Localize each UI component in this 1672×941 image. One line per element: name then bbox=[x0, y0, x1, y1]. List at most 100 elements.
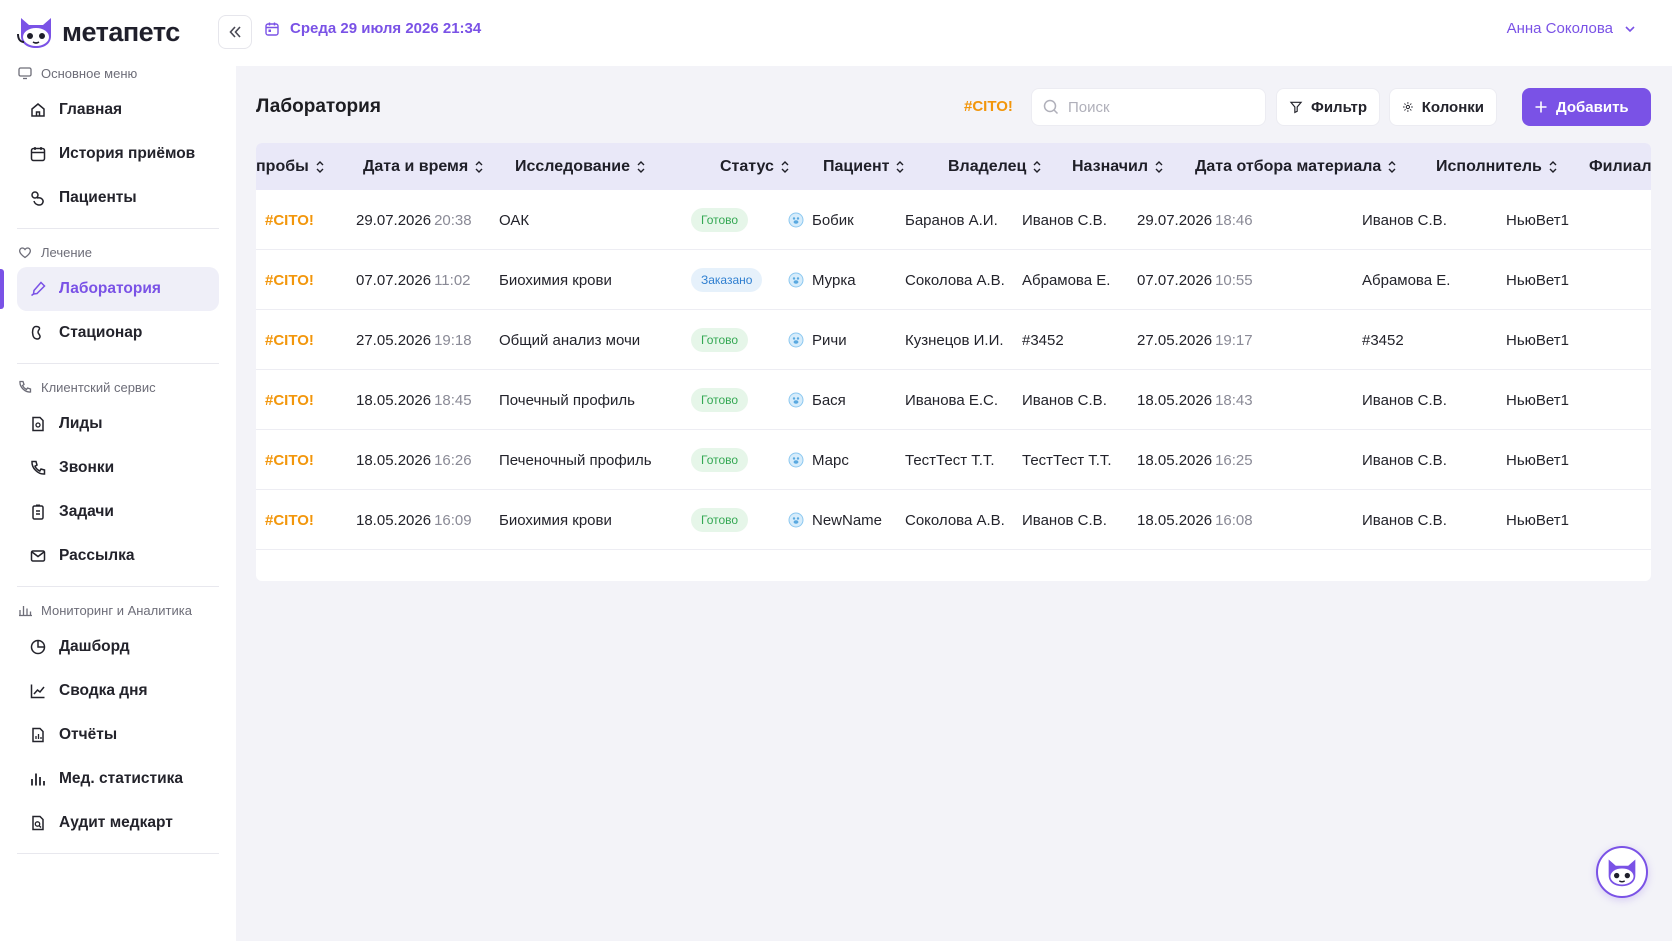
cell-executor-text: #3452 bbox=[1362, 331, 1404, 349]
columns-button[interactable]: Колонки bbox=[1389, 88, 1497, 126]
cell-study-text: Биохимия крови bbox=[499, 511, 612, 529]
sidebar-item-leads[interactable]: Лиды bbox=[17, 402, 219, 446]
cell-branch-text: НьюВет1 bbox=[1506, 331, 1569, 349]
column-header-status[interactable]: Статус bbox=[720, 143, 790, 190]
cell-executor: Иванов С.В. bbox=[1362, 490, 1447, 550]
current-datetime[interactable]: Среда 29 июля 2026 21:34 bbox=[264, 20, 481, 37]
sidebar-item-label: Лаборатория bbox=[59, 280, 161, 297]
table-row[interactable]: #CITO! 07.07.2026 11:02 Биохимия крови Заказ… bbox=[256, 250, 1651, 310]
collapse-sidebar-button[interactable] bbox=[218, 15, 252, 49]
double-chevron-left-icon bbox=[229, 26, 241, 38]
table-row[interactable]: #CITO! 18.05.2026 16:26 Печеночный профиль Г… bbox=[256, 430, 1651, 490]
logo[interactable]: метапетс bbox=[16, 12, 180, 52]
user-menu[interactable]: Анна Соколова bbox=[1507, 20, 1637, 37]
cell-patient[interactable]: Бася bbox=[788, 370, 846, 430]
time-text: 18:45 bbox=[434, 391, 472, 409]
cell-assigned-text: Иванов С.В. bbox=[1022, 391, 1107, 409]
sidebar-item-day-summary[interactable]: Сводка дня bbox=[17, 669, 219, 713]
time-text: 18:43 bbox=[1215, 391, 1253, 409]
sidebar-item-patients[interactable]: Пациенты bbox=[17, 176, 219, 220]
filter-button[interactable]: Фильтр bbox=[1276, 88, 1380, 126]
pipette-icon bbox=[31, 281, 46, 297]
cell-executor: #3452 bbox=[1362, 310, 1404, 370]
cell-patient[interactable]: Марс bbox=[788, 430, 849, 490]
cell-sample-date: 07.07.2026 10:55 bbox=[1137, 250, 1253, 310]
sidebar-item-mailing[interactable]: Рассылка bbox=[17, 534, 219, 578]
cell-sample-date: 27.05.2026 19:17 bbox=[1137, 310, 1253, 370]
cell-patient[interactable]: NewName bbox=[788, 490, 882, 550]
lab-table: пробы Дата и время Исследование Статус П… bbox=[256, 143, 1651, 581]
cell-owner: ТестТест Т.Т. bbox=[905, 430, 995, 490]
sidebar-item-hospital[interactable]: Стационар bbox=[17, 311, 219, 355]
cell-study: ОАК bbox=[499, 190, 529, 250]
column-header-executor[interactable]: Исполнитель bbox=[1436, 143, 1558, 190]
bar-chart-icon bbox=[31, 773, 45, 786]
nav-section-title: Клиентский сервис bbox=[41, 379, 156, 395]
sidebar-item-reports[interactable]: Отчёты bbox=[17, 713, 219, 757]
cell-datetime: 29.07.2026 20:38 bbox=[356, 190, 472, 250]
column-header-patient[interactable]: Пациент bbox=[823, 143, 905, 190]
cell-assigned: #3452 bbox=[1022, 310, 1064, 370]
sidebar-item-laboratory[interactable]: Лаборатория bbox=[0, 267, 219, 311]
cell-probe-text: #CITO! bbox=[265, 211, 314, 229]
column-header-sample-date[interactable]: Дата отбора материала bbox=[1195, 143, 1397, 190]
cell-datetime: 18.05.2026 18:45 bbox=[356, 370, 472, 430]
sidebar-item-home[interactable]: Главная bbox=[17, 88, 219, 132]
gear-icon bbox=[1402, 102, 1413, 112]
cell-sample-date: 29.07.2026 18:46 bbox=[1137, 190, 1253, 250]
add-label: Добавить bbox=[1556, 98, 1629, 116]
sidebar-item-audit[interactable]: Аудит медкарт bbox=[17, 801, 219, 845]
cell-datetime: 18.05.2026 16:09 bbox=[356, 490, 472, 550]
cell-branch: НьюВет1 bbox=[1506, 250, 1569, 310]
cito-filter-tag[interactable]: #CITO! bbox=[964, 98, 1013, 115]
cell-status: Готово bbox=[691, 430, 749, 490]
cell-branch-text: НьюВет1 bbox=[1506, 451, 1569, 469]
column-header-label: Исследование bbox=[515, 157, 630, 175]
cell-executor: Абрамова Е. bbox=[1362, 250, 1450, 310]
column-header-label: пробы bbox=[256, 157, 309, 175]
column-header-assigned[interactable]: Назначил bbox=[1072, 143, 1164, 190]
add-button[interactable]: Добавить bbox=[1522, 88, 1651, 126]
column-header-owner[interactable]: Владелец bbox=[948, 143, 1042, 190]
cell-patient[interactable]: Бобик bbox=[788, 190, 854, 250]
nav-section-title: Лечение bbox=[41, 244, 93, 260]
sidebar-item-label: Аудит медкарт bbox=[59, 814, 173, 831]
cell-branch: НьюВет1 bbox=[1506, 370, 1569, 430]
paw-icon bbox=[31, 191, 44, 206]
user-name: Анна Соколова bbox=[1506, 20, 1613, 37]
cell-executor: Иванов С.В. bbox=[1362, 370, 1447, 430]
sidebar-item-calls[interactable]: Звонки bbox=[17, 446, 219, 490]
cell-branch-text: НьюВет1 bbox=[1506, 271, 1569, 289]
cell-executor-text: Иванов С.В. bbox=[1362, 451, 1447, 469]
sidebar-item-dashboard[interactable]: Дашборд bbox=[17, 625, 219, 669]
sidebar-item-med-stats[interactable]: Мед. статистика bbox=[17, 757, 219, 801]
cell-probe: #CITO! bbox=[265, 370, 314, 430]
cell-datetime-text: 18.05.2026 bbox=[356, 511, 432, 529]
column-header-probe[interactable]: пробы bbox=[256, 143, 325, 190]
sidebar-item-visit-history[interactable]: История приёмов bbox=[17, 132, 219, 176]
table-row[interactable]: #CITO! 18.05.2026 16:09 Биохимия крови Готов… bbox=[256, 490, 1651, 550]
column-header-datetime[interactable]: Дата и время bbox=[363, 143, 484, 190]
table-row[interactable]: #CITO! 29.07.2026 20:38 ОАК Готово Бобик Баран… bbox=[256, 190, 1651, 250]
cell-probe-text: #CITO! bbox=[265, 511, 314, 529]
table-row[interactable]: #CITO! 27.05.2026 19:18 Общий анализ мочи Го… bbox=[256, 310, 1651, 370]
column-header-branch[interactable]: Филиал bbox=[1589, 143, 1651, 190]
sidebar: метапетс Основное меню Главная История п… bbox=[0, 0, 236, 941]
table-row[interactable]: #CITO! 18.05.2026 18:45 Почечный профиль Гот… bbox=[256, 370, 1651, 430]
cell-patient[interactable]: Мурка bbox=[788, 250, 856, 310]
search-input[interactable] bbox=[1068, 98, 1248, 116]
bar-chart-icon bbox=[19, 606, 32, 617]
column-header-study[interactable]: Исследование bbox=[515, 143, 646, 190]
sidebar-item-label: Пациенты bbox=[59, 189, 137, 206]
cell-study-text: Биохимия крови bbox=[499, 271, 612, 289]
search-box[interactable] bbox=[1031, 88, 1266, 126]
cell-probe: #CITO! bbox=[265, 190, 314, 250]
cell-owner: Баранов А.И. bbox=[905, 190, 998, 250]
calendar-icon bbox=[30, 147, 46, 162]
column-header-label: Назначил bbox=[1072, 157, 1149, 175]
cell-patient[interactable]: Ричи bbox=[788, 310, 847, 370]
status-badge: Заказано bbox=[691, 268, 763, 292]
assistant-button[interactable] bbox=[1596, 846, 1648, 898]
column-header-label: Дата отбора материала bbox=[1195, 157, 1382, 175]
sidebar-item-tasks[interactable]: Задачи bbox=[17, 490, 219, 534]
